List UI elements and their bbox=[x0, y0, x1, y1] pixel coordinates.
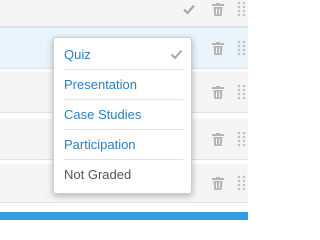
menu-item-presentation[interactable]: Presentation bbox=[64, 70, 183, 99]
drag-handle-icon[interactable] bbox=[237, 175, 246, 191]
trash-icon[interactable] bbox=[212, 85, 224, 99]
accent-bar bbox=[0, 212, 248, 220]
drag-handle-icon[interactable] bbox=[237, 1, 246, 17]
grading-category-dropdown: Quiz Presentation Case Studies Participa… bbox=[53, 37, 192, 194]
row-actions bbox=[212, 28, 248, 68]
menu-item-participation[interactable]: Participation bbox=[64, 130, 183, 159]
menu-item-label: Participation bbox=[64, 137, 136, 152]
menu-item-label: Not Graded bbox=[64, 167, 132, 182]
row-actions bbox=[212, 164, 248, 202]
trash-icon[interactable] bbox=[212, 41, 224, 55]
trash-icon[interactable] bbox=[212, 2, 224, 16]
menu-item-label: Case Studies bbox=[64, 107, 142, 122]
menu-item-not-graded[interactable]: Not Graded bbox=[64, 160, 183, 189]
check-icon bbox=[170, 49, 183, 60]
list-row[interactable] bbox=[0, 0, 248, 27]
drag-handle-icon[interactable] bbox=[237, 84, 246, 100]
row-actions bbox=[182, 0, 248, 26]
menu-item-label: Presentation bbox=[64, 77, 137, 92]
menu-item-label: Quiz bbox=[64, 47, 91, 62]
check-icon[interactable] bbox=[182, 2, 196, 16]
trash-icon[interactable] bbox=[212, 176, 224, 190]
drag-handle-icon[interactable] bbox=[237, 131, 246, 147]
menu-item-quiz[interactable]: Quiz bbox=[64, 40, 183, 69]
row-actions bbox=[212, 119, 248, 159]
trash-icon[interactable] bbox=[212, 132, 224, 146]
row-actions bbox=[212, 72, 248, 112]
drag-handle-icon[interactable] bbox=[237, 40, 246, 56]
menu-item-case-studies[interactable]: Case Studies bbox=[64, 100, 183, 129]
